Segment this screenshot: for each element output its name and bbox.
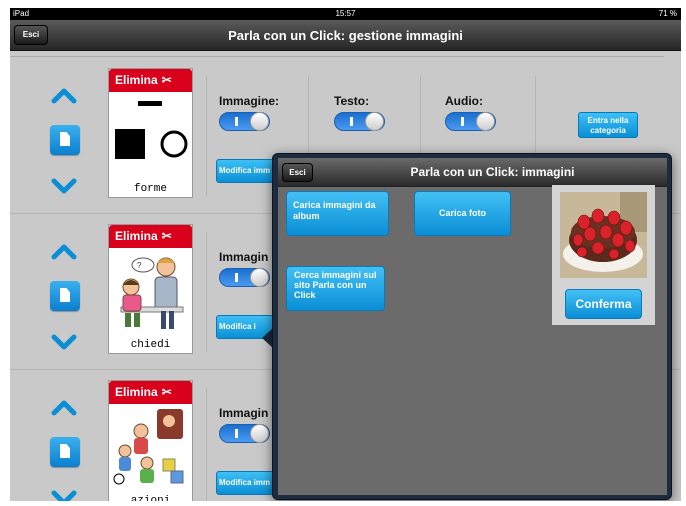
status-time: 15:57 — [335, 9, 356, 18]
divider — [206, 388, 207, 501]
status-bar: iPad 15:57 71 % — [10, 8, 681, 20]
delete-label: Elimina — [115, 73, 158, 87]
text-toggle-label: Testo: — [334, 94, 370, 108]
card-label: chiedi — [130, 339, 171, 351]
move-down-icon[interactable] — [50, 488, 78, 501]
image-card: Elimina ✂ forme — [108, 68, 193, 198]
popover-title: Parla con un Click: immagini — [410, 165, 575, 179]
card-image: ? — [111, 251, 190, 333]
svg-text:?: ? — [137, 261, 142, 270]
text-toggle[interactable] — [334, 112, 385, 131]
scissors-icon: ✂ — [161, 73, 172, 87]
enter-category-button[interactable]: Entra nella categoria — [578, 112, 638, 138]
divider — [206, 76, 207, 196]
popover-nav-bar: Esci Parla con un Click: immagini — [278, 158, 667, 187]
move-down-icon[interactable] — [50, 332, 78, 354]
image-toggle[interactable] — [219, 112, 270, 131]
image-toggle-label: Immagine: — [219, 94, 280, 108]
popover-content: Esci Parla con un Click: immagini Carica… — [278, 158, 667, 495]
image-toggle-label: Immagin — [219, 250, 269, 264]
battery-level: 71 % — [658, 9, 677, 18]
nav-bar: Esci Parla con un Click: gestione immagi… — [10, 20, 681, 51]
card-label: azioni — [130, 495, 171, 501]
move-up-icon[interactable] — [50, 84, 78, 106]
scissors-icon: ✂ — [161, 229, 172, 243]
modify-image-button[interactable]: Modifica imm — [216, 471, 274, 495]
search-online-button[interactable]: Cerca immagini sul sito Parla con un Cli… — [286, 266, 385, 311]
image-toggle[interactable] — [219, 268, 270, 287]
move-down-icon[interactable] — [50, 176, 78, 198]
delete-label: Elimina — [115, 229, 158, 243]
image-card: Elimina ✂ azioni — [108, 380, 193, 501]
move-up-icon[interactable] — [50, 240, 78, 262]
delete-label: Elimina — [115, 385, 158, 399]
image-toggle[interactable] — [219, 424, 270, 443]
image-card: Elimina ✂ ? chiedi — [108, 224, 193, 354]
page-title: Parla con un Click: gestione immagini — [228, 28, 463, 43]
divider — [206, 232, 207, 352]
confirm-button[interactable]: Conferma — [565, 289, 642, 319]
card-label: forme — [133, 183, 167, 195]
image-toggle-label: Immagin — [219, 406, 269, 420]
delete-button[interactable]: Elimina ✂ — [109, 381, 192, 404]
selected-photo — [560, 192, 647, 278]
document-icon[interactable] — [50, 437, 80, 467]
delete-button[interactable]: Elimina ✂ — [109, 69, 192, 92]
modify-image-button[interactable]: Modifica imm — [216, 159, 274, 183]
app-screen: iPad 15:57 71 % Esci Parla con un Click:… — [10, 8, 681, 501]
document-icon[interactable] — [50, 125, 80, 155]
card-image — [111, 407, 190, 489]
divider — [10, 56, 664, 57]
take-photo-button[interactable]: Carica foto — [414, 191, 511, 236]
audio-toggle[interactable] — [445, 112, 496, 131]
audio-toggle-label: Audio: — [445, 94, 483, 108]
delete-button[interactable]: Elimina ✂ — [109, 225, 192, 248]
document-icon[interactable] — [50, 281, 80, 311]
load-from-album-button[interactable]: Carica immagini da album — [286, 191, 389, 236]
scissors-icon: ✂ — [161, 385, 172, 399]
move-up-icon[interactable] — [50, 396, 78, 418]
photo-preview-panel: Conferma — [552, 185, 655, 325]
card-image — [111, 95, 190, 177]
image-source-popover: Esci Parla con un Click: immagini Carica… — [272, 153, 672, 500]
